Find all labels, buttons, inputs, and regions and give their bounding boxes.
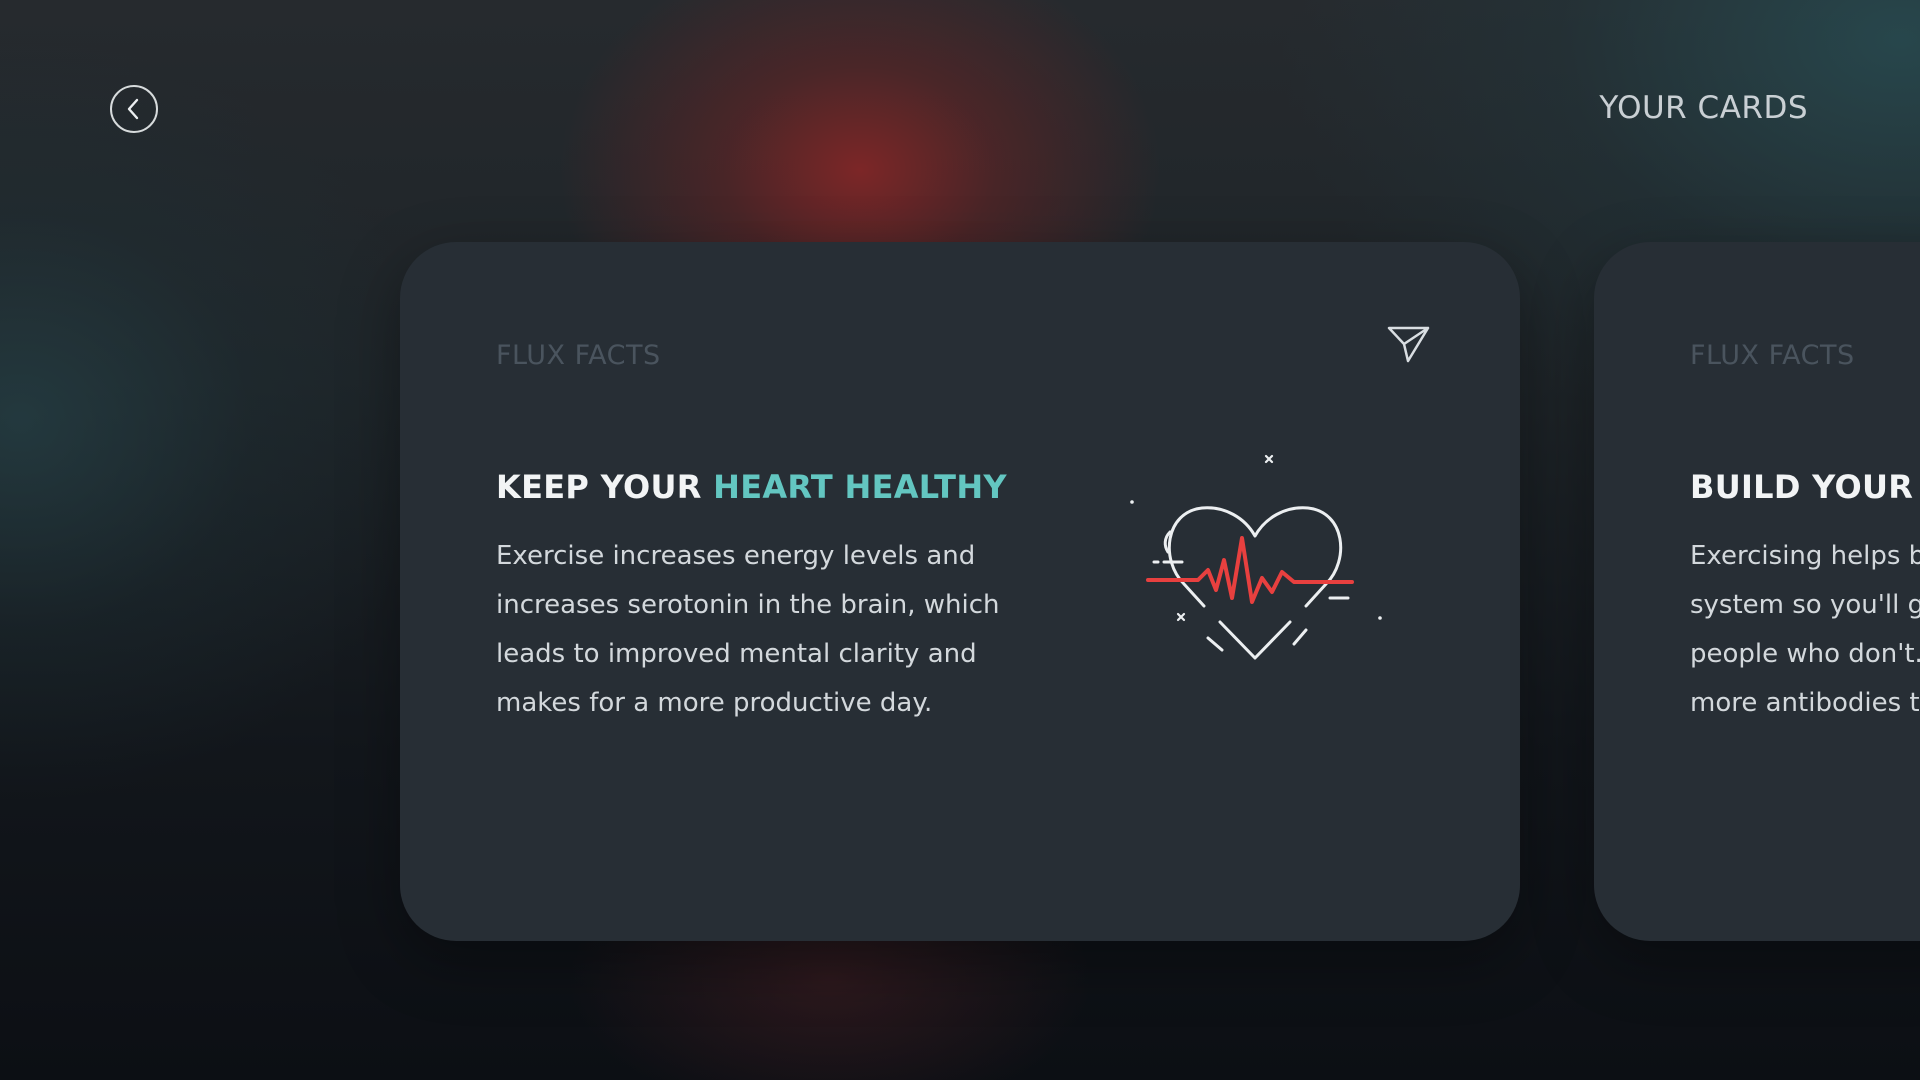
card-body-line: Exercising helps b: [1690, 541, 1920, 571]
fact-card[interactable]: FLUX FACTS KEEP YOUR HEART HEALTHY Exerc…: [400, 242, 1520, 941]
card-heading: KEEP YOUR HEART HEALTHY: [496, 468, 1007, 506]
card-body: Exercise increases energy levels and inc…: [496, 541, 1000, 718]
card-label: FLUX FACTS: [496, 340, 661, 371]
page-title: YOUR CARDS: [1599, 90, 1808, 126]
card-heading: BUILD YOUR IN: [1690, 468, 1920, 506]
card-body: Exercising helps b system so you'll g pe…: [1690, 532, 1920, 728]
card-body-line: system so you'll g: [1690, 590, 1920, 620]
card-label: FLUX FACTS: [1690, 340, 1855, 371]
heart-rate-icon: [1130, 454, 1382, 660]
card-body-line: people who don't.: [1690, 639, 1920, 669]
share-button[interactable]: [1386, 324, 1432, 364]
card-heading-plain: BUILD YOUR: [1690, 468, 1920, 506]
card-heading-accent: HEART HEALTHY: [713, 468, 1007, 506]
card-body-line: more antibodies t: [1690, 688, 1920, 718]
send-icon: [1387, 326, 1430, 363]
fact-card-next[interactable]: FLUX FACTS BUILD YOUR IN Exercising help…: [1594, 242, 1920, 941]
back-button[interactable]: [110, 85, 158, 133]
card-heading-plain: KEEP YOUR: [496, 468, 714, 506]
chevron-left-icon: [127, 98, 139, 120]
